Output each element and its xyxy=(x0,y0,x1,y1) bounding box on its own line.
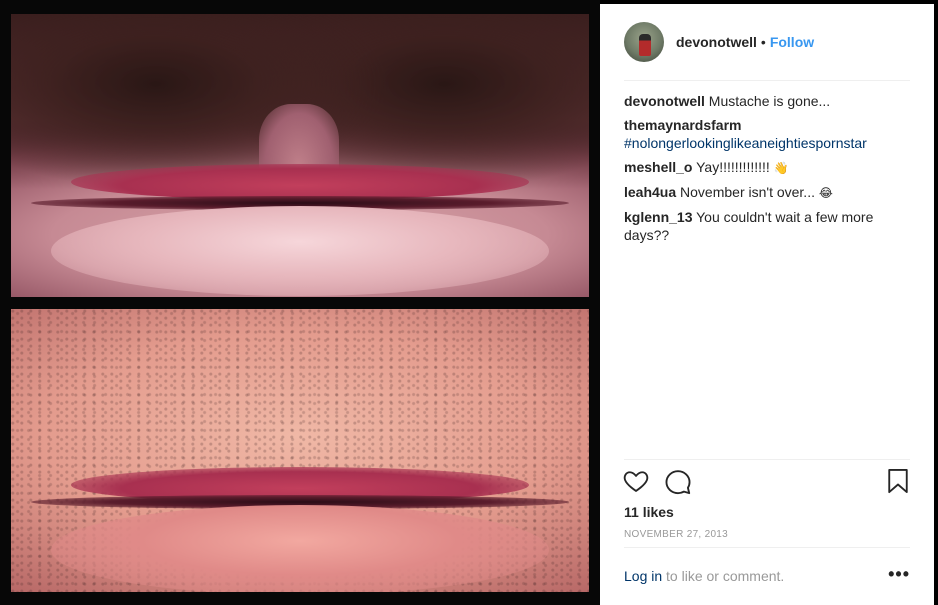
comment-text: Yay!!!!!!!!!!!!! xyxy=(696,159,774,175)
likes-count[interactable]: 11 likes xyxy=(624,504,674,520)
comment-username[interactable]: leah4ua xyxy=(624,184,676,200)
separator-dot: • xyxy=(760,34,766,50)
comment-item: leah4ua November isn't over... 😂 xyxy=(624,183,912,202)
follow-button[interactable]: Follow xyxy=(770,34,814,50)
more-options-icon[interactable]: ••• xyxy=(888,564,910,585)
author-username[interactable]: devonotwell xyxy=(676,34,757,50)
avatar[interactable] xyxy=(624,22,664,62)
post-date: NOVEMBER 27, 2013 xyxy=(624,529,729,540)
heart-icon[interactable] xyxy=(622,467,652,497)
post-sidebar: devonotwell • Follow devonotwell Mustache … xyxy=(600,4,934,605)
comment-username[interactable]: devonotwell xyxy=(624,93,705,109)
photo-panel-mustache xyxy=(11,14,589,297)
bookmark-icon[interactable] xyxy=(884,467,914,497)
comment-item: meshell_o Yay!!!!!!!!!!!!! 👋 xyxy=(624,158,912,177)
instagram-post-view: devonotwell • Follow devonotwell Mustache … xyxy=(0,0,938,605)
login-link[interactable]: Log in xyxy=(624,568,662,584)
login-prompt: Log in to like or comment. xyxy=(624,568,784,584)
action-bar xyxy=(622,467,914,499)
comment-username[interactable]: kglenn_13 xyxy=(624,209,692,225)
laughing-emoji: 😂 xyxy=(818,186,833,200)
comment-username[interactable]: themaynardsfarm xyxy=(624,117,742,133)
photo-panel-shaved xyxy=(11,309,589,592)
post-photo[interactable] xyxy=(0,0,600,605)
lower-lip xyxy=(51,206,549,296)
comment-username[interactable]: meshell_o xyxy=(624,159,692,175)
wave-emoji: 👋 xyxy=(773,161,789,175)
actions-divider xyxy=(624,459,910,460)
header-line: devonotwell • Follow xyxy=(676,34,814,50)
comment-text: Mustache is gone... xyxy=(708,93,831,109)
comment-item: kglenn_13 You couldn't wait a few more d… xyxy=(624,208,912,244)
footer-divider xyxy=(624,547,910,548)
comment-item: devonotwell Mustache is gone... xyxy=(624,92,912,110)
comment-text: November isn't over... xyxy=(680,184,819,200)
lower-lip xyxy=(51,505,549,592)
hashtag-link[interactable]: #nolongerlookinglikeaneightiespornstar xyxy=(624,135,867,151)
comments-list: devonotwell Mustache is gone... themayna… xyxy=(624,92,912,250)
post-header: devonotwell • Follow xyxy=(600,4,934,80)
header-divider xyxy=(624,80,910,81)
comment-icon[interactable] xyxy=(664,467,694,497)
upper-lip xyxy=(71,164,529,200)
login-suffix: to like or comment. xyxy=(662,568,785,584)
comment-item: themaynardsfarm #nolongerlookinglikeanei… xyxy=(624,116,912,152)
